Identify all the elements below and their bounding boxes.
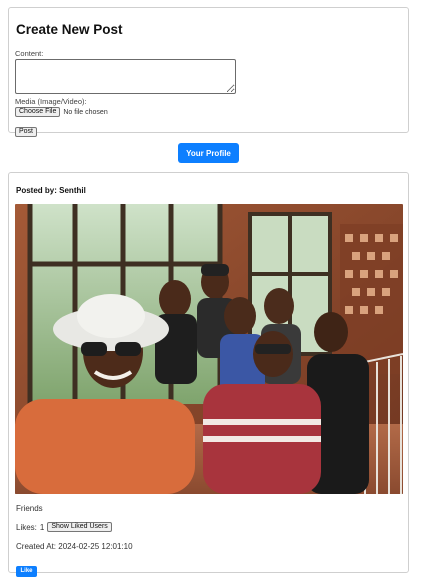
created-at: Created At: 2024-02-25 12:01:10 — [16, 542, 402, 551]
like-button[interactable]: Like — [16, 565, 37, 577]
choose-file-button[interactable]: Choose File — [15, 107, 61, 117]
created-at-value: 2024-02-25 12:01:10 — [58, 542, 133, 551]
post-photo — [15, 204, 403, 494]
created-at-label: Created At: — [16, 542, 57, 551]
post-caption: Friends — [16, 504, 43, 513]
media-label: Media (Image/Video): — [15, 97, 87, 106]
likes-row: Likes: 1 Show Liked Users — [16, 522, 402, 532]
create-post-card: Create New Post Content: Media (Image/Vi… — [8, 7, 409, 137]
post-author: Senthil — [59, 186, 86, 195]
post-submit-button[interactable]: Post — [15, 127, 38, 137]
create-post-title: Create New Post — [16, 22, 123, 37]
content-textarea[interactable] — [15, 59, 236, 94]
posted-by-label: Posted by: — [16, 186, 57, 195]
likes-count: 1 — [39, 522, 45, 532]
likes-label: Likes: — [16, 522, 37, 532]
posted-by: Posted by: Senthil — [16, 186, 402, 195]
file-input-row: Choose File No file chosen — [15, 107, 402, 117]
show-liked-users-button[interactable]: Show Liked Users — [47, 522, 112, 532]
content-label: Content: — [15, 49, 44, 58]
your-profile-button[interactable]: Your Profile — [178, 143, 239, 163]
post-card: Posted by: Senthil Friends Likes: 1 Show… — [8, 172, 409, 577]
file-status-text: No file chosen — [63, 108, 108, 116]
